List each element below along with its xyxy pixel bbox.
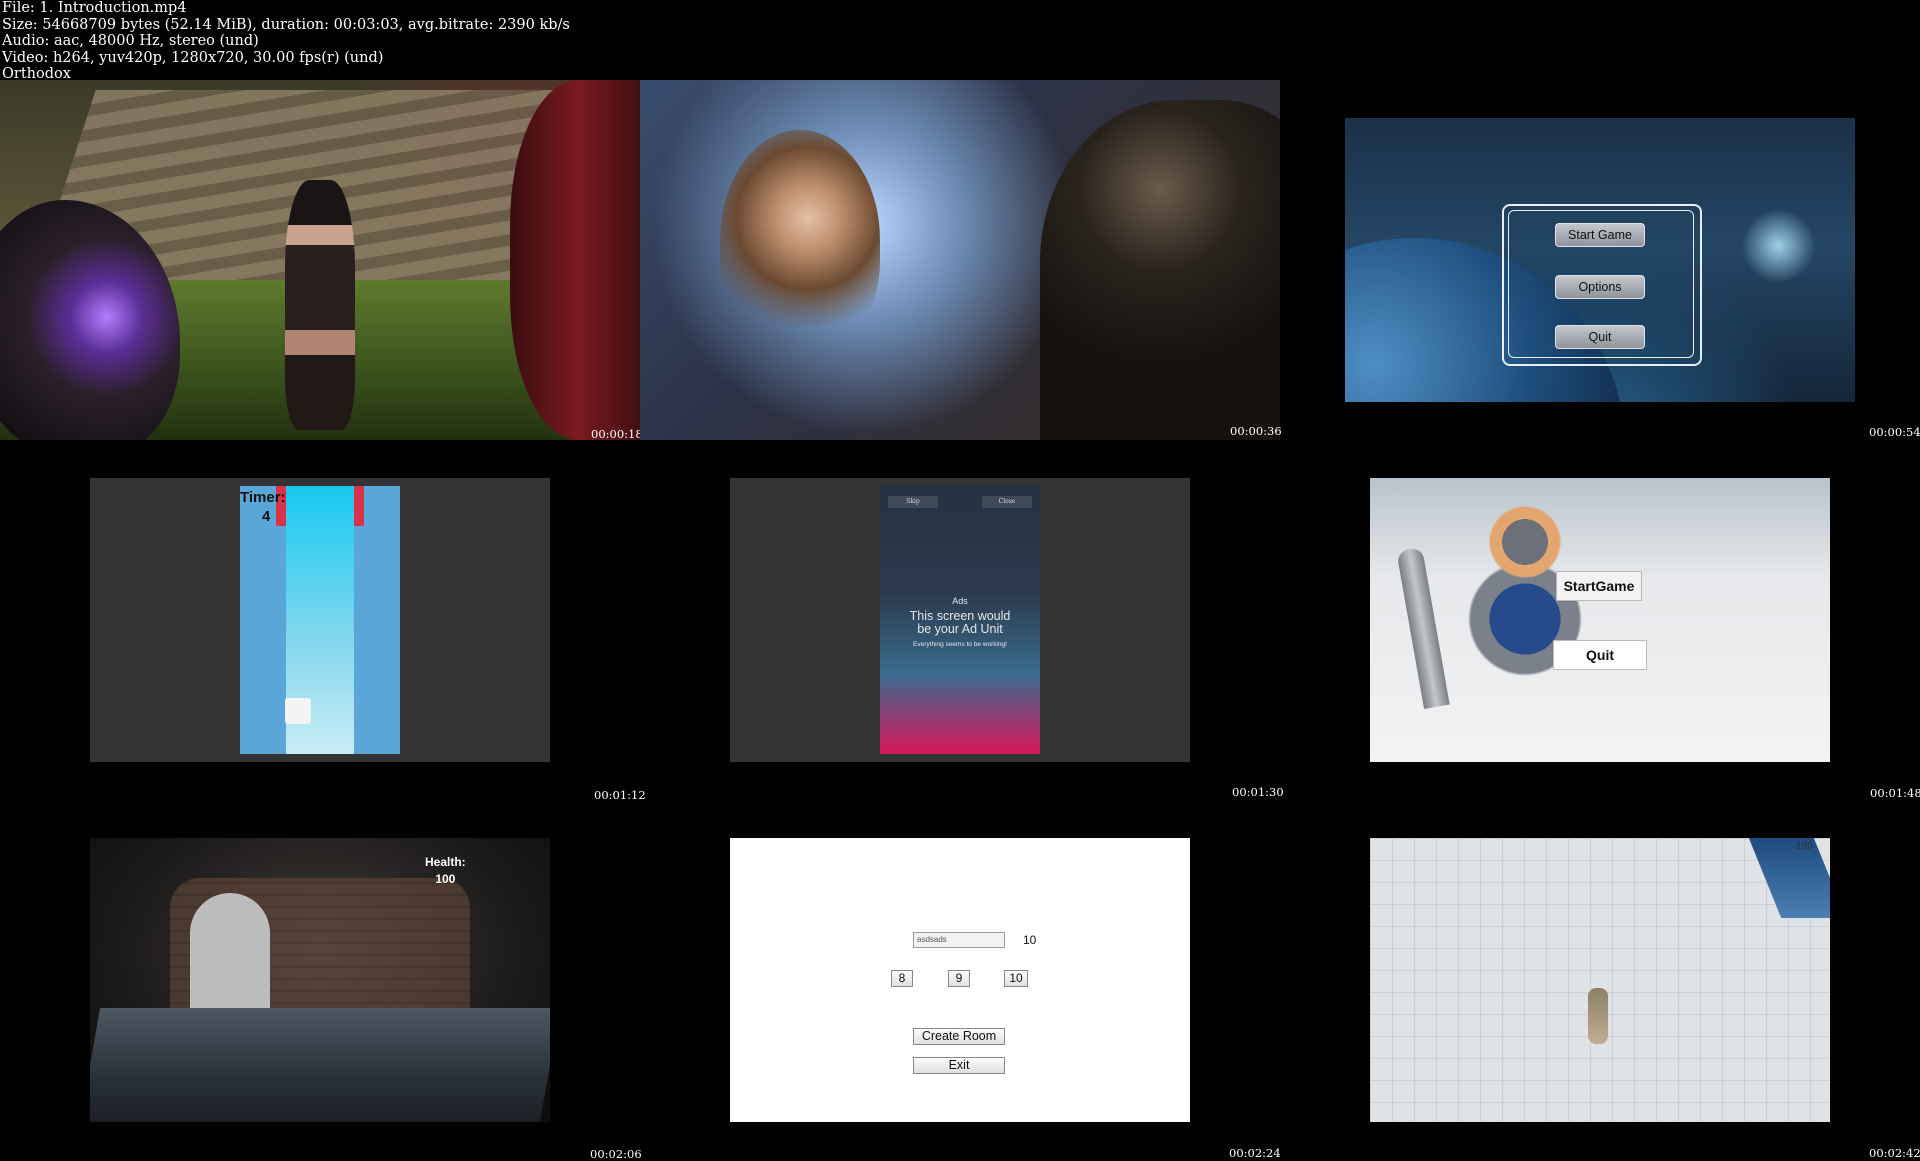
timestamp-9: 00:02:42 (1869, 1146, 1920, 1160)
file-size: Size: 54668709 bytes (52.14 MiB), durati… (2, 16, 570, 33)
skip-button[interactable]: Skip (888, 496, 938, 508)
archway (190, 893, 270, 1013)
timestamp-4: 00:01:12 (594, 788, 646, 802)
option-8-button[interactable]: 8 (891, 970, 913, 987)
sword (1396, 546, 1450, 710)
warrior-woman (285, 180, 355, 430)
timestamp-3: 00:00:54 (1869, 425, 1920, 439)
health-label: Health: (425, 855, 466, 869)
thumbnail-1 (0, 80, 640, 440)
hp-value: 100 (1796, 841, 1813, 852)
option-10-button[interactable]: 10 (1004, 970, 1028, 987)
health-display: Health: 100 (425, 854, 466, 888)
stone-floor (90, 1008, 550, 1122)
timer-display: Timer: 4 (240, 488, 286, 526)
timestamp-7: 00:02:06 (590, 1147, 642, 1161)
armored-warrior (1040, 100, 1280, 440)
timestamp-1: 00:00:18 (591, 427, 643, 441)
heroine (720, 130, 880, 350)
option-9-button[interactable]: 9 (948, 970, 970, 987)
ad-subtitle: Everything seems to be working! (913, 641, 1007, 648)
timestamp-6: 00:01:48 (1870, 786, 1920, 800)
file-name: File: 1. Introduction.mp4 (2, 0, 187, 16)
timestamp-8: 00:02:24 (1229, 1146, 1281, 1160)
blue-pillar (1748, 838, 1830, 918)
ad-title: This screen would be your Ad Unit (909, 609, 1011, 636)
audio-info: Audio: aac, 48000 Hz, stereo (und) (2, 33, 259, 49)
player-character (1588, 988, 1608, 1044)
close-button[interactable]: Close (982, 496, 1032, 508)
timestamp-2: 00:00:36 (1230, 424, 1282, 438)
thumbnail-5-ad-screen: Skip Close Ads This screen would be your… (730, 478, 1190, 762)
thumbnail-8-lobby: asdsads 10 8 9 10 Create Room Exit (730, 838, 1190, 1122)
red-shield (510, 80, 640, 440)
file-info-header: File: 1. Introduction.mp4 Size: 54668709… (2, 0, 570, 83)
quit-button[interactable]: Quit (1555, 325, 1645, 349)
ads-label: Ads (952, 596, 968, 606)
room-name-input[interactable]: asdsads (913, 932, 1005, 948)
thumbnail-3-main-menu: Start Game Options Quit (1345, 118, 1855, 402)
red-hazard-right (354, 486, 364, 526)
health-value: 100 (435, 872, 456, 886)
thumbnail-4-runner-game: Timer: 4 (90, 478, 550, 762)
timer-label: Timer: (240, 489, 286, 506)
thumbnail-7-dungeon: Health: 100 (90, 838, 550, 1122)
timer-value: 4 (262, 508, 271, 525)
startgame-button[interactable]: StartGame (1556, 571, 1642, 601)
timestamp-5: 00:01:30 (1232, 785, 1284, 799)
video-info: Video: h264, yuv420p, 1280x720, 30.00 fp… (2, 49, 384, 66)
max-players-value: 10 (1023, 933, 1037, 947)
quit-button[interactable]: Quit (1553, 640, 1647, 670)
create-room-button[interactable]: Create Room (913, 1028, 1005, 1045)
knight-character (1450, 498, 1600, 718)
start-game-button[interactable]: Start Game (1555, 223, 1645, 247)
thumbnail-9-grid-scene: 100 (1370, 838, 1830, 1122)
exit-button[interactable]: Exit (913, 1057, 1005, 1074)
game-view (240, 486, 400, 754)
player-cube (285, 698, 311, 724)
thumbnail-2 (640, 80, 1280, 440)
options-button[interactable]: Options (1555, 275, 1645, 299)
thumbnail-6-knight-menu: StartGame Quit (1370, 478, 1830, 762)
